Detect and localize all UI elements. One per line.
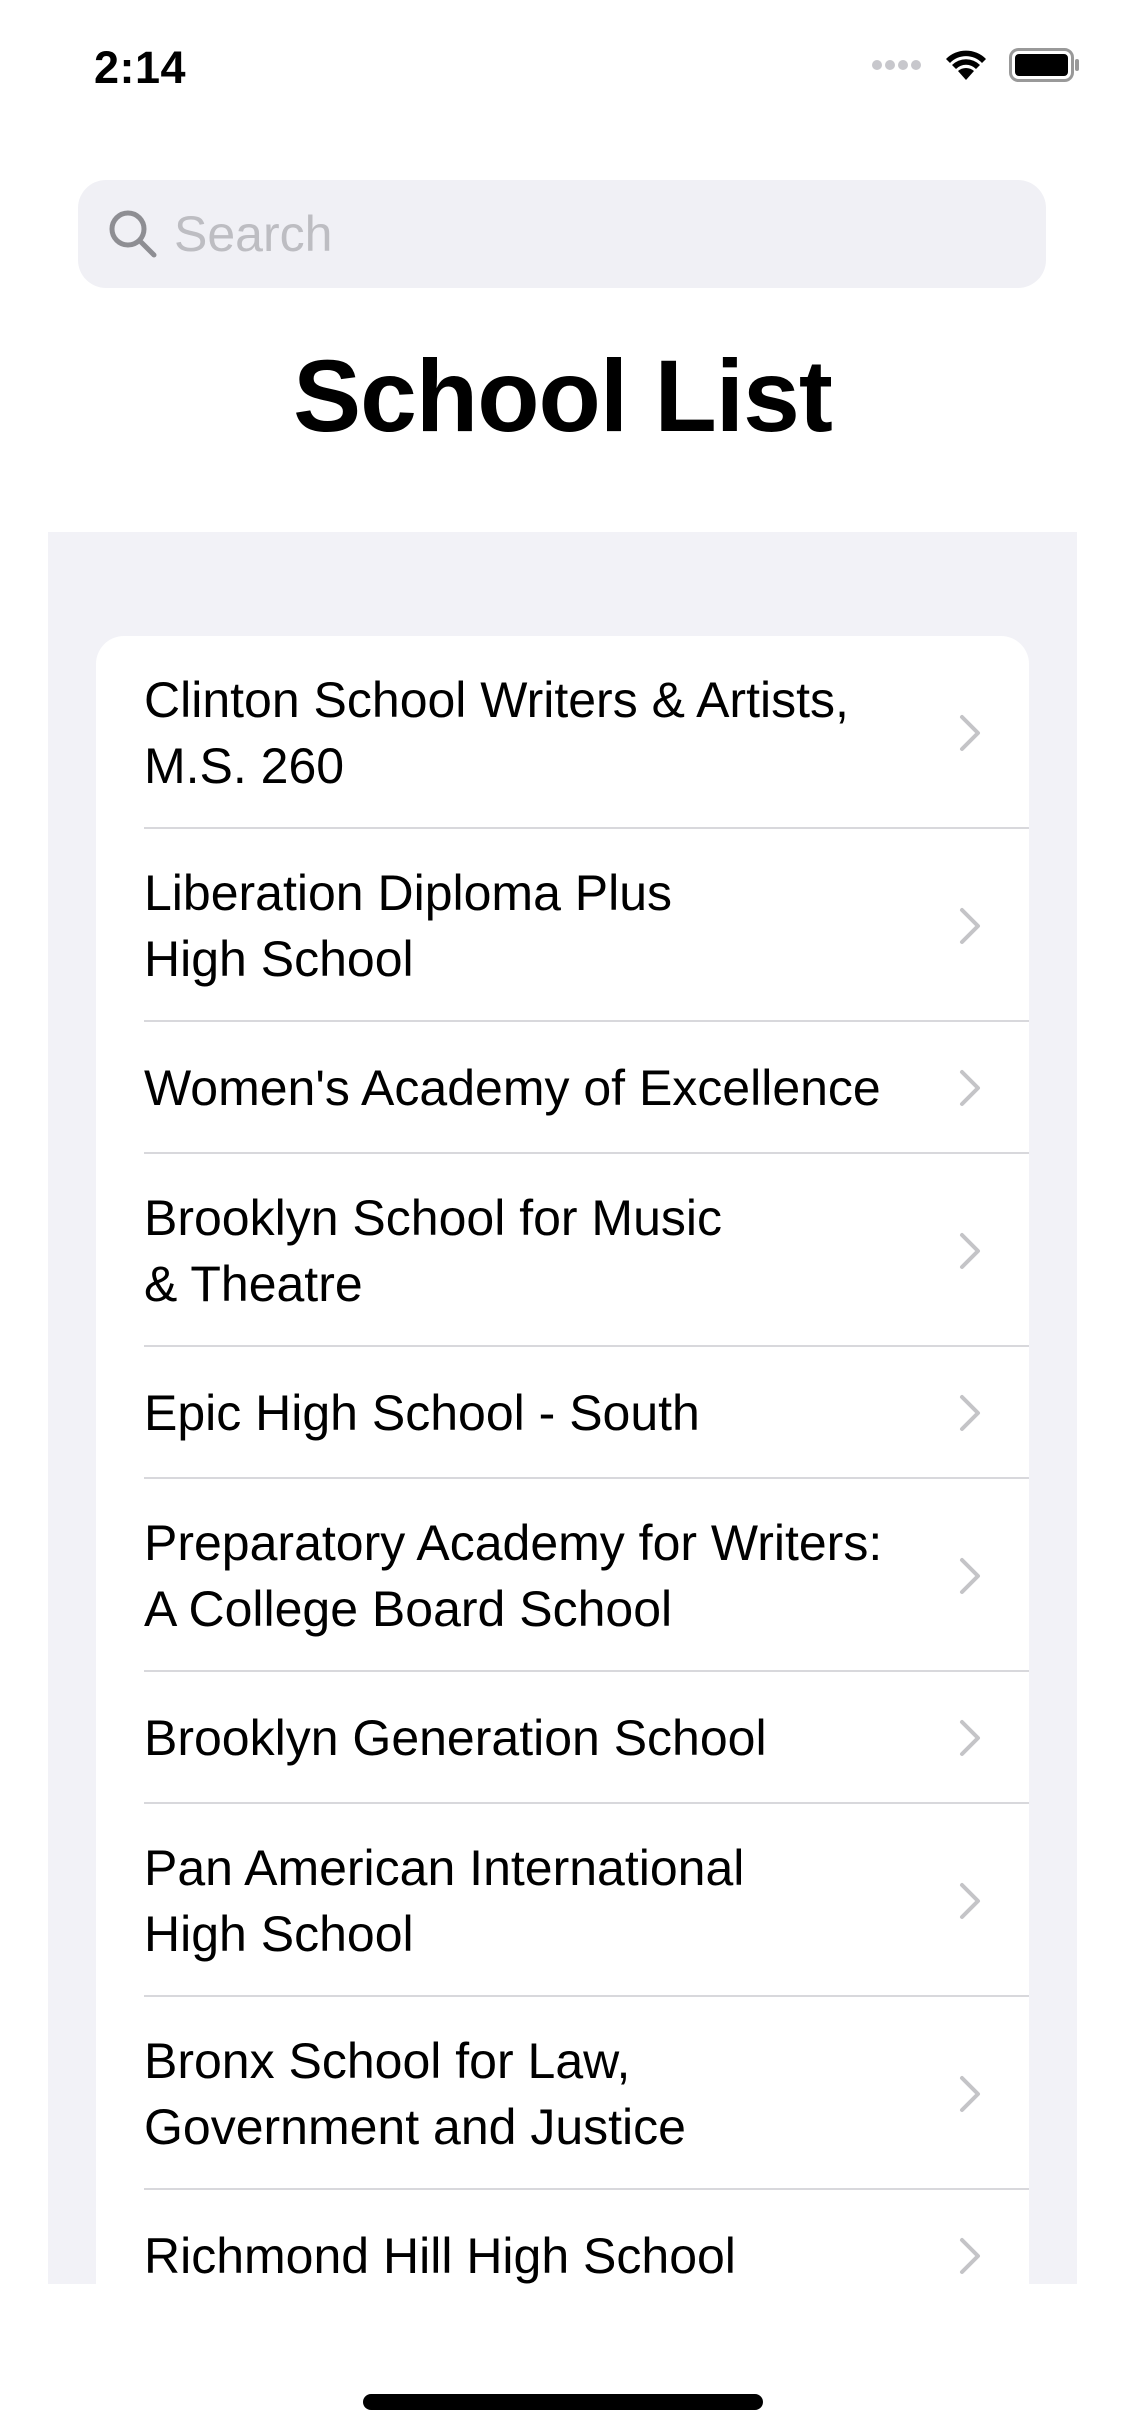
search-icon <box>106 207 160 261</box>
list-item[interactable]: Pan American International High School <box>96 1804 1029 1997</box>
list-item[interactable]: Bronx School for Law, Government and Jus… <box>96 1997 1029 2190</box>
home-indicator[interactable] <box>363 2394 763 2410</box>
list-item-label: Epic High School - South <box>144 1385 700 1441</box>
list-item-label: Women's Academy of Excellence <box>144 1060 881 1116</box>
signal-dots-icon <box>871 59 923 71</box>
battery-icon <box>1009 48 1081 82</box>
list-item-label: Richmond Hill High School <box>144 2228 736 2284</box>
chevron-right-icon <box>960 2238 980 2274</box>
school-list-card: Clinton School Writers & Artists, M.S. 2… <box>96 636 1029 2284</box>
chevron-right-icon <box>960 1070 980 1106</box>
list-item-label: Brooklyn Generation School <box>144 1710 767 1766</box>
status-time: 2:14 <box>94 42 187 93</box>
list-item-label: Bronx School for Law, Government and Jus… <box>144 2032 686 2155</box>
chevron-right-icon <box>960 714 980 751</box>
wifi-icon <box>943 48 989 82</box>
list-item-label: Preparatory Academy for Writers: A Colle… <box>144 1514 883 1637</box>
list-item[interactable]: Epic High School - South <box>96 1347 1029 1479</box>
chevron-right-icon <box>960 1557 980 1594</box>
list-item[interactable]: Richmond Hill High School <box>96 2190 1029 2284</box>
list-item[interactable]: Brooklyn Generation School <box>96 1672 1029 1804</box>
list-item[interactable]: Liberation Diploma Plus High School <box>96 829 1029 1022</box>
list-item[interactable]: Women's Academy of Excellence <box>96 1022 1029 1154</box>
list-item[interactable]: Brooklyn School for Music & Theatre <box>96 1154 1029 1347</box>
search-bar[interactable] <box>78 180 1046 288</box>
chevron-right-icon <box>960 1720 980 1756</box>
chevron-right-icon <box>960 2075 980 2112</box>
school-list[interactable]: Clinton School Writers & Artists, M.S. 2… <box>48 532 1077 2284</box>
list-item[interactable]: Clinton School Writers & Artists, M.S. 2… <box>96 636 1029 829</box>
list-item-label: Pan American International High School <box>144 1839 745 1962</box>
page-title: School List <box>293 339 833 453</box>
status-icons <box>871 48 1081 82</box>
status-bar: 2:14 <box>0 0 1125 140</box>
list-item-label: Clinton School Writers & Artists, M.S. 2… <box>144 671 849 794</box>
chevron-right-icon <box>960 1232 980 1269</box>
list-item-label: Liberation Diploma Plus High School <box>144 864 673 987</box>
chevron-right-icon <box>960 907 980 944</box>
chevron-right-icon <box>960 1395 980 1431</box>
chevron-right-icon <box>960 1882 980 1919</box>
search-input[interactable] <box>174 180 1024 288</box>
list-item[interactable]: Preparatory Academy for Writers: A Colle… <box>96 1479 1029 1672</box>
list-item-label: Brooklyn School for Music & Theatre <box>144 1189 723 1312</box>
